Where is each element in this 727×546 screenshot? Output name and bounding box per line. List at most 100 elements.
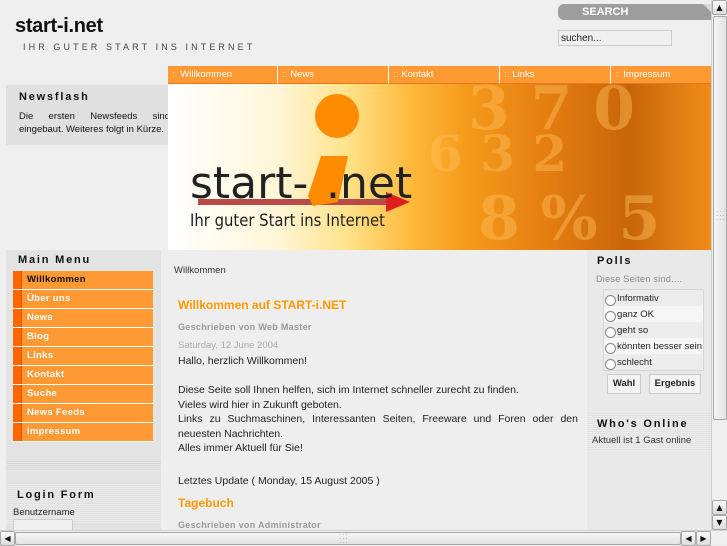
menu-label: News Feeds [22,404,153,422]
article-line: Alles immer Aktuell für Sie! [178,442,303,454]
poll-option[interactable]: Informativ [604,290,703,306]
separator: :: [282,69,288,80]
menu-bullet [13,404,22,422]
search-input[interactable] [558,30,672,46]
poll-option-label: ganz OK [617,308,654,320]
menu-label: Kontakt [22,366,153,384]
start-i-logo: start- .net Ihr guter Start ins Internet [190,94,412,231]
poll-option[interactable]: ganz OK [604,306,703,322]
menu-item-links[interactable]: Links [13,347,153,366]
scroll-up-arrow-icon[interactable]: ▲ [712,500,727,515]
divider [6,461,161,471]
menu-item-blog[interactable]: Blog [13,328,153,347]
horizontal-scroll-thumb[interactable]: ⁚⁚⁚ ⁚⁚⁚ [15,532,681,545]
separator: :: [504,69,510,80]
username-input[interactable] [13,519,73,530]
scroll-right-arrow-icon[interactable]: ▶ [696,531,711,546]
vertical-scroll-thumb[interactable]: ⁚⁚⁚ ⁚⁚⁚ [713,16,727,420]
separator: :: [615,69,621,80]
poll-option[interactable]: könnten besser sein [604,338,703,354]
whos-online-box: Who's Online Aktuell ist 1 Gast online [587,413,711,451]
topnav-item-willkommen[interactable]: :: Willkommen [168,66,278,84]
poll-option-label: geht so [617,324,649,336]
scroll-left-arrow-icon[interactable]: ◀ [0,531,15,546]
article-author: Geschrieben von Administrator [178,520,321,530]
radio-button[interactable] [605,310,616,322]
topnav-label: Willkommen [180,69,233,80]
menu-item-news[interactable]: News [13,309,153,328]
menu-label: News [22,309,153,327]
menu-item-ueber-uns[interactable]: Über uns [13,290,153,309]
topnav-label: Kontakt [401,69,434,80]
newsflash-title: Newsflash [19,91,90,103]
main-menu: Willkommen Über uns News Blog Links Kont… [13,271,153,442]
vertical-scrollbar[interactable]: ▲ ⁚⁚⁚ ⁚⁚⁚ ▲ ▼ [711,0,727,530]
menu-bullet [13,385,22,403]
menu-label: Blog [22,328,153,346]
topnav-item-news[interactable]: :: News [278,66,389,84]
article-greeting: Hallo, herzlich Willkommen! [178,355,307,367]
newsflash-text: Die ersten Newsfeeds sind eingebaut. Wei… [19,111,170,135]
topnav-item-impressum[interactable]: :: Impressum [611,66,711,84]
menu-bullet [13,271,22,289]
banner-decoration: 8 % 5 [478,184,661,250]
topnav-item-kontakt[interactable]: :: Kontakt [389,66,500,84]
radio-button[interactable] [605,358,616,370]
main-content: Willkommen Willkommen auf START-i.NET Ge… [166,250,585,530]
menu-label: Willkommen [22,271,153,289]
logo-tagline: Ihr guter Start ins Internet [190,211,385,231]
menu-label: Impressum [22,423,153,441]
menu-bullet [13,309,22,327]
radio-button[interactable] [605,342,616,354]
menu-label: Über uns [22,290,153,308]
article-line: Diese Seite soll Ihnen helfen, sich im I… [178,384,519,396]
login-form-title: Login Form [17,489,96,501]
poll-option[interactable]: geht so [604,322,703,338]
vote-button[interactable]: Wahl [607,374,641,394]
breadcrumb: Willkommen [174,265,226,276]
menu-label: Suche [22,385,153,403]
logo-text-net: .net [326,158,412,209]
site-slogan: IHR GUTER START INS INTERNET [23,42,256,52]
menu-label: Links [22,347,153,365]
article-title[interactable]: Tagebuch [178,496,234,510]
article-date: Saturday, 12 June 2004 [178,340,279,351]
poll-option-label: Informativ [617,292,659,304]
poll-option[interactable]: schlecht [604,354,703,370]
menu-item-willkommen[interactable]: Willkommen [13,271,153,290]
scroll-up-arrow-icon[interactable]: ▲ [712,0,727,15]
topnav-label: Impressum [623,69,671,80]
menu-item-suche[interactable]: Suche [13,385,153,404]
article-last-update: Letztes Update ( Monday, 15 August 2005 … [178,475,380,487]
menu-item-news-feeds[interactable]: News Feeds [13,404,153,423]
username-label: Benutzername [13,507,75,518]
topnav-item-links[interactable]: :: Links [500,66,611,84]
newsflash-box: Newsflash Die ersten Newsfeeds sind eing… [6,85,170,145]
radio-button[interactable] [605,326,616,338]
horizontal-scrollbar[interactable]: ◀ ⁚⁚⁚ ⁚⁚⁚ ◀ ▶ [0,530,727,546]
menu-bullet [13,290,22,308]
banner-decoration: 6 3 2 [428,124,568,183]
article-line: Vieles wird hier in Zukunft geboten. [178,398,342,411]
scroll-down-arrow-icon[interactable]: ▼ [712,515,727,530]
results-button[interactable]: Ergebnis [649,374,701,394]
search-heading: SEARCH [558,4,711,20]
menu-bullet [13,347,22,365]
browser-viewport: start-i.net IHR GUTER START INS INTERNET… [0,0,711,530]
poll-option-label: schlecht [617,356,652,368]
main-menu-title: Main Menu [18,254,92,266]
right-column: Polls Diese Seiten sind.... Informativ g… [587,250,711,530]
whos-online-text: Aktuell ist 1 Gast online [592,435,692,446]
radio-button[interactable] [605,294,616,306]
top-navigation: :: Willkommen :: News :: Kontakt :: Links ::… [168,66,711,84]
polls-title: Polls [597,255,633,267]
scroll-left-arrow-icon[interactable]: ◀ [681,531,696,546]
header-banner: 3 7 0 6 3 2 8 % 5 start- .net Ihr guter … [168,84,711,250]
whos-online-title: Who's Online [597,418,689,430]
site-title[interactable]: start-i.net [15,15,103,38]
menu-item-impressum[interactable]: Impressum [13,423,153,442]
menu-item-kontakt[interactable]: Kontakt [13,366,153,385]
article-title[interactable]: Willkommen auf START-i.NET [178,298,346,312]
menu-bullet [13,423,22,441]
logo-dot [315,94,359,138]
